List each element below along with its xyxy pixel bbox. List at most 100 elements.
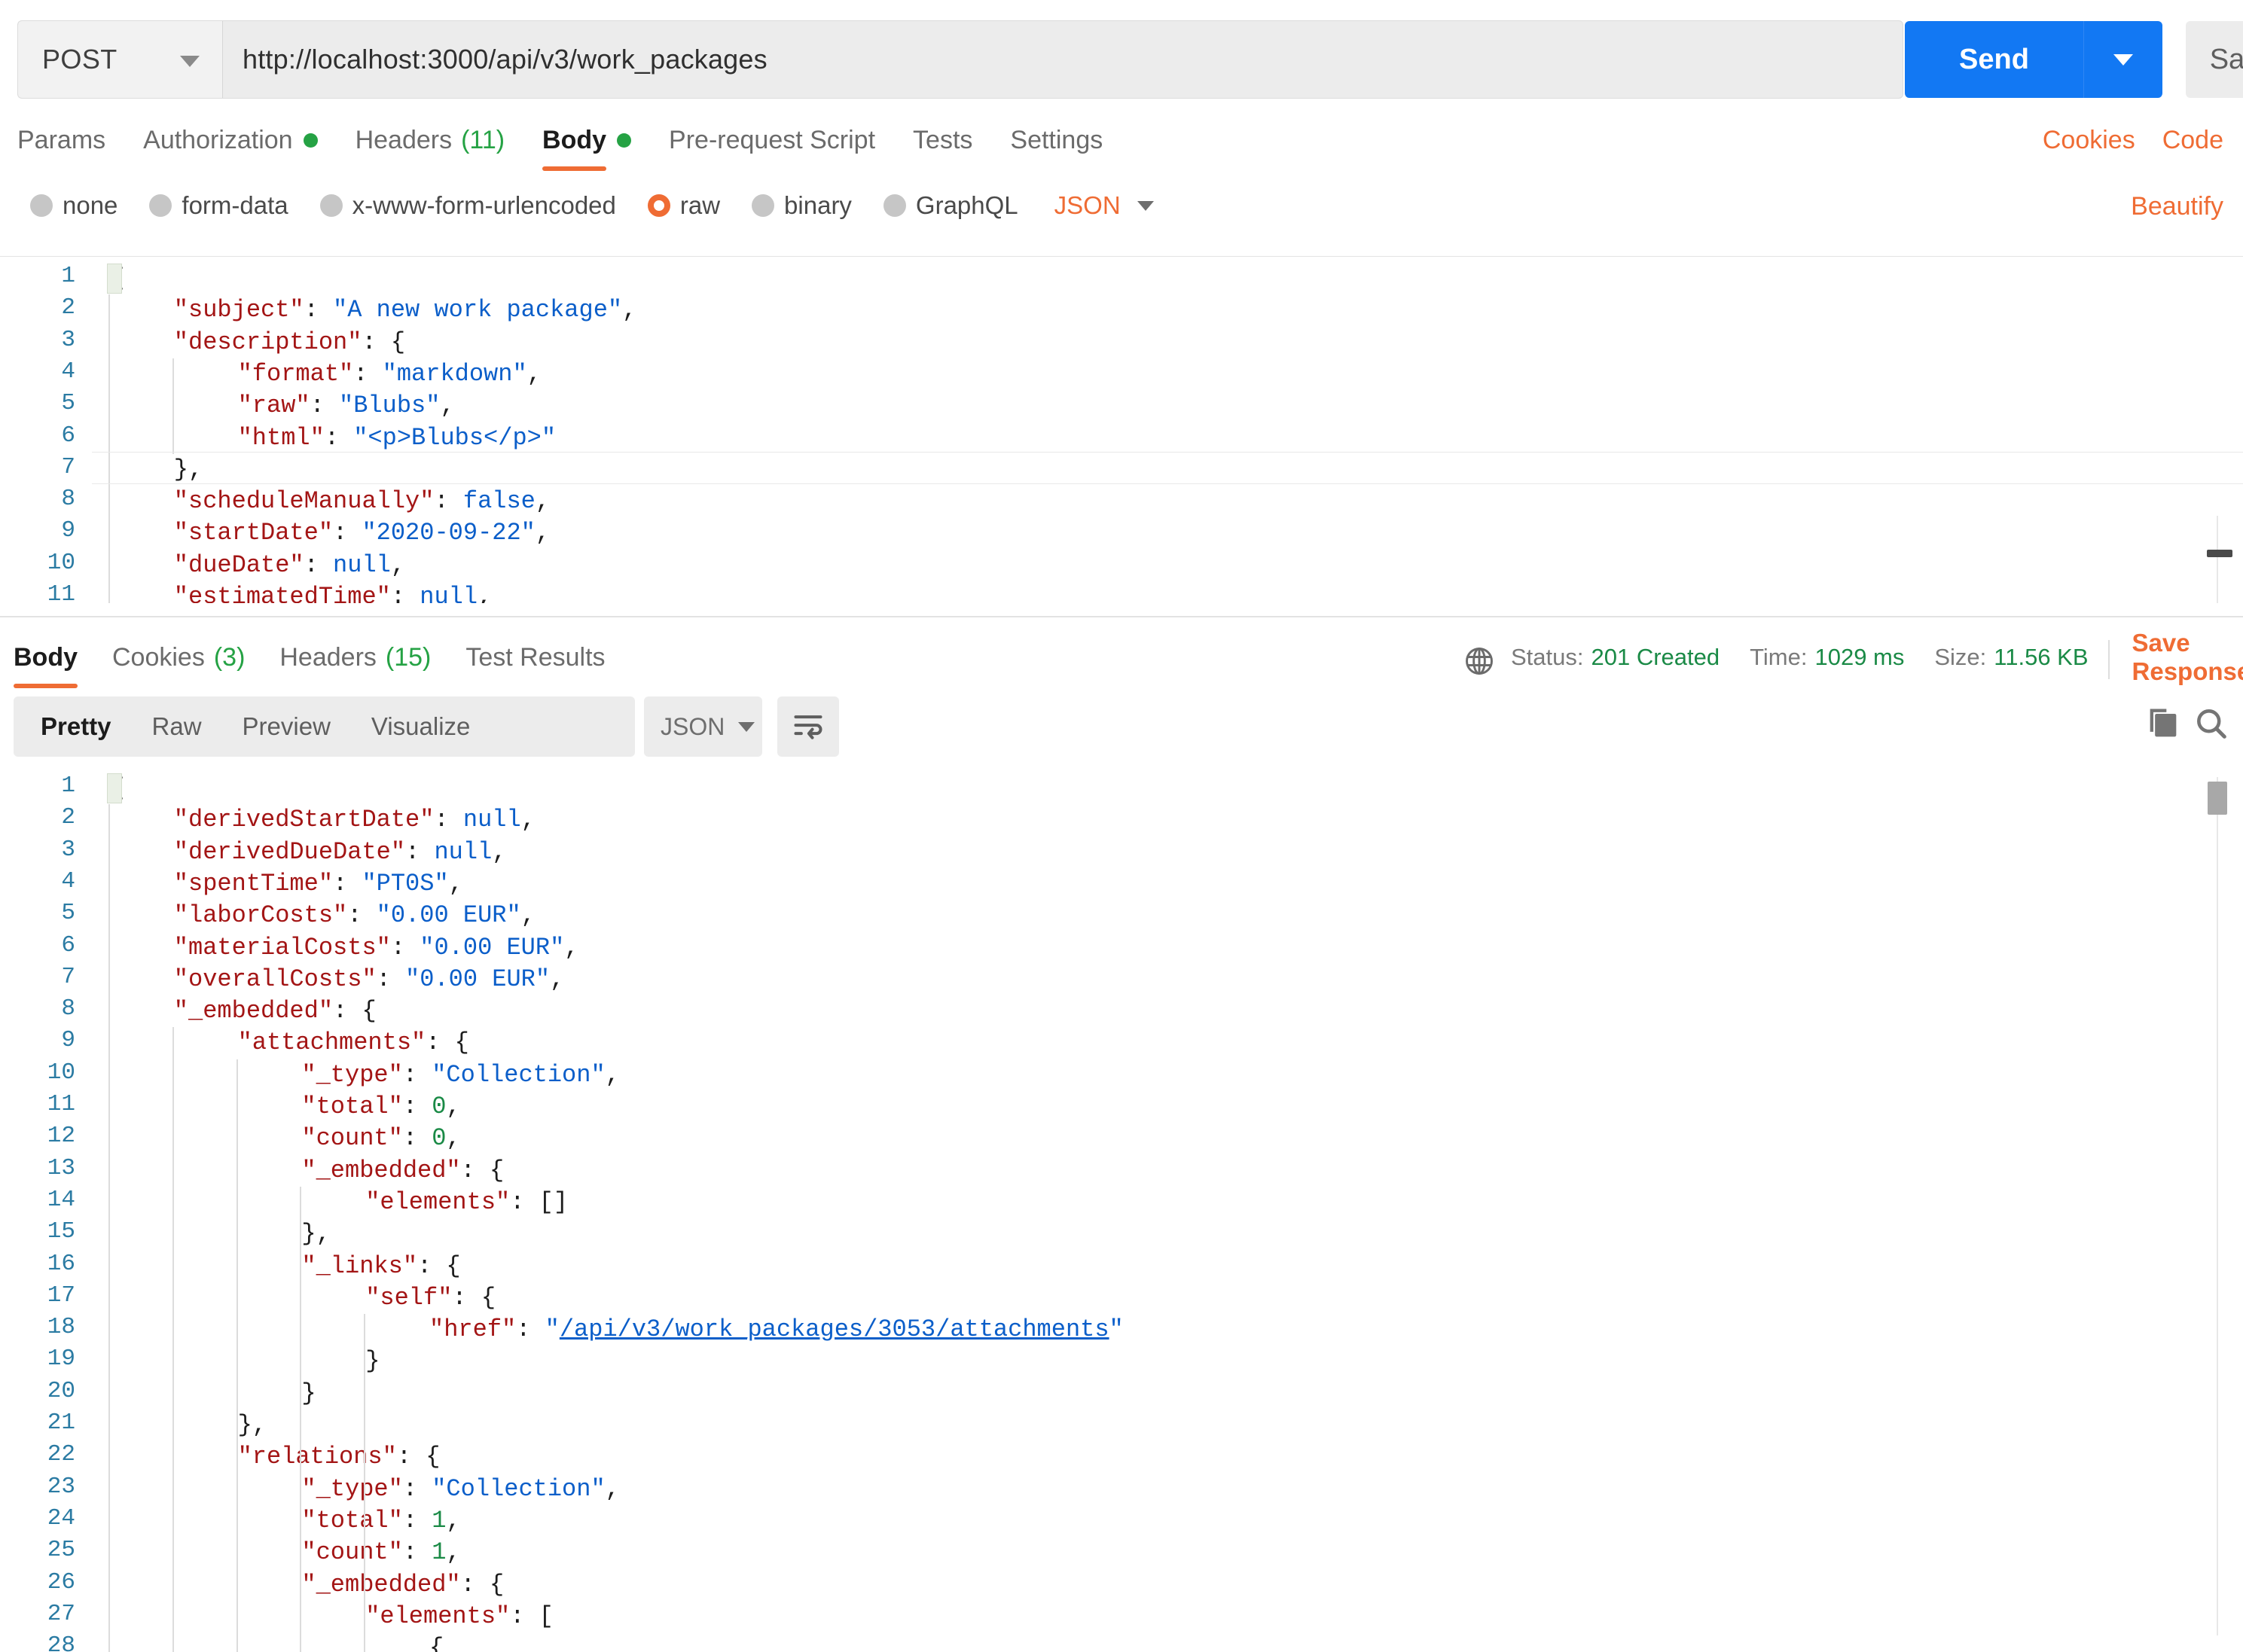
- copy-response-button[interactable]: [2144, 704, 2183, 747]
- send-options-button[interactable]: [2083, 21, 2162, 98]
- request-tab-pre-request-script[interactable]: Pre-request Script: [669, 117, 875, 163]
- response-tab-cookies[interactable]: Cookies (3): [112, 636, 245, 679]
- code-line[interactable]: "_embedded": {: [301, 1569, 504, 1601]
- code-line[interactable]: },: [238, 1410, 267, 1441]
- raw-format-dropdown[interactable]: JSON: [1054, 183, 1154, 228]
- request-tab-tests[interactable]: Tests: [913, 117, 972, 163]
- response-view-pretty[interactable]: Pretty: [41, 696, 111, 757]
- response-scrollbar-thumb[interactable]: [2208, 782, 2227, 815]
- response-body-editor[interactable]: 1 2 3 4 5 6 7 8 9 10 11 12 13 14 15 16 17 18 19 20 21 22 23 24 2…: [0, 767, 2243, 1652]
- request-scrollbar-thumb[interactable]: [2207, 550, 2232, 557]
- request-body-editor[interactable]: 1 2 3 4 5 6 7 8 9 10 11 {"subject": "A new work pa…: [0, 256, 2243, 603]
- request-link-cookies[interactable]: Cookies: [2043, 117, 2135, 163]
- line-number: 16: [47, 1250, 75, 1277]
- json-token: "elements": [365, 1602, 511, 1630]
- code-line[interactable]: "derivedDueDate": null,: [174, 837, 507, 868]
- code-line[interactable]: "subject": "A new work package",: [174, 294, 637, 326]
- text-cursor: [107, 264, 122, 294]
- code-line[interactable]: "total": 0,: [301, 1091, 460, 1123]
- wrap-lines-button[interactable]: [777, 696, 839, 757]
- code-line[interactable]: "total": 1,: [301, 1505, 460, 1537]
- code-line[interactable]: "estimatedTime": null,: [174, 581, 492, 603]
- json-token: null: [434, 837, 493, 866]
- radio-icon[interactable]: [883, 194, 906, 217]
- request-tab-body[interactable]: Body: [542, 117, 632, 163]
- body-type-form-data[interactable]: form-data: [149, 183, 288, 228]
- code-line[interactable]: "elements": []: [365, 1187, 568, 1218]
- body-type-x-www-form-urlencoded[interactable]: x-www-form-urlencoded: [319, 183, 616, 228]
- code-line[interactable]: "_type": "Collection",: [301, 1059, 619, 1091]
- radio-icon[interactable]: [30, 194, 53, 217]
- code-line[interactable]: "materialCosts": "0.00 EUR",: [174, 932, 579, 964]
- response-scrollbar-track[interactable]: [2217, 777, 2218, 1635]
- request-tab-settings[interactable]: Settings: [1010, 117, 1103, 163]
- code-line[interactable]: "startDate": "2020-09-22",: [174, 517, 550, 549]
- request-link-code[interactable]: Code: [2162, 117, 2223, 163]
- json-token: "href": [429, 1315, 517, 1344]
- body-type-none[interactable]: none: [30, 183, 117, 228]
- code-line[interactable]: "href": "/api/v3/work_packages/3053/atta…: [429, 1314, 1124, 1346]
- request-scrollbar-track[interactable]: [2217, 516, 2218, 603]
- json-token: "_type": [301, 1060, 403, 1089]
- code-line[interactable]: "attachments": {: [238, 1027, 469, 1059]
- radio-icon[interactable]: [319, 194, 343, 217]
- request-tab-headers[interactable]: Headers (11): [356, 117, 505, 163]
- response-code-area[interactable]: { "derivedStartDate": null,"derivedDueDat…: [92, 767, 2243, 1652]
- response-status-label: Status:: [1511, 644, 1584, 670]
- code-line[interactable]: "_embedded": {: [301, 1155, 504, 1187]
- code-line[interactable]: "relations": {: [238, 1441, 441, 1473]
- response-tab-test-results[interactable]: Test Results: [465, 636, 605, 679]
- save-response-button[interactable]: Save Response: [2132, 629, 2243, 685]
- code-line[interactable]: },: [174, 454, 203, 486]
- response-view-visualize[interactable]: Visualize: [371, 696, 470, 757]
- body-type-raw[interactable]: raw: [647, 183, 720, 228]
- body-type-graphql[interactable]: GraphQL: [883, 183, 1018, 228]
- request-code-area[interactable]: {"subject": "A new work package","descri…: [92, 257, 2243, 603]
- code-line[interactable]: "derivedStartDate": null,: [174, 804, 536, 836]
- line-number: 9: [61, 517, 75, 544]
- code-line[interactable]: "self": {: [365, 1282, 496, 1314]
- json-link[interactable]: /api/v3/work_packages/3053/attachments: [560, 1315, 1109, 1343]
- search-response-button[interactable]: [2192, 704, 2231, 747]
- radio-icon[interactable]: [149, 194, 172, 217]
- code-line[interactable]: "scheduleManually": false,: [174, 486, 550, 517]
- response-tab-headers[interactable]: Headers (15): [279, 636, 431, 679]
- code-line[interactable]: "_embedded": {: [174, 995, 377, 1027]
- code-line[interactable]: "raw": "Blubs",: [238, 390, 455, 422]
- response-view-raw[interactable]: Raw: [152, 696, 202, 757]
- code-line[interactable]: }: [365, 1346, 380, 1377]
- code-line[interactable]: "elements": [: [365, 1601, 554, 1632]
- request-tab-params[interactable]: Params: [17, 117, 105, 163]
- code-line[interactable]: "spentTime": "PT0S",: [174, 868, 463, 900]
- save-button[interactable]: Save: [2186, 21, 2243, 98]
- response-format-dropdown[interactable]: JSON: [644, 696, 762, 757]
- radio-icon[interactable]: [752, 194, 775, 217]
- code-line[interactable]: }: [301, 1378, 316, 1410]
- line-number: 26: [47, 1568, 75, 1596]
- radio-icon[interactable]: [647, 194, 670, 217]
- code-line[interactable]: "html": "<p>Blubs</p>": [238, 422, 556, 454]
- response-view-preview[interactable]: Preview: [243, 696, 331, 757]
- code-line[interactable]: "format": "markdown",: [238, 358, 542, 390]
- code-line[interactable]: "count": 1,: [301, 1537, 460, 1568]
- url-input[interactable]: http://localhost:3000/api/v3/work_packag…: [222, 20, 1903, 99]
- request-tab-authorization[interactable]: Authorization: [143, 117, 318, 163]
- code-line[interactable]: "_links": {: [301, 1251, 460, 1282]
- code-line[interactable]: {: [429, 1632, 444, 1652]
- code-line[interactable]: "count": 0,: [301, 1123, 460, 1154]
- beautify-button[interactable]: Beautify: [2131, 183, 2223, 230]
- response-tab-body[interactable]: Body: [14, 636, 78, 679]
- json-token: },: [301, 1220, 331, 1248]
- code-line[interactable]: "laborCosts": "0.00 EUR",: [174, 900, 536, 931]
- line-number: 7: [61, 453, 75, 480]
- http-method-dropdown[interactable]: POST: [17, 20, 222, 99]
- code-line[interactable]: "description": {: [174, 327, 405, 358]
- tab-label: Authorization: [143, 125, 293, 154]
- code-line[interactable]: "_type": "Collection",: [301, 1474, 619, 1505]
- code-line[interactable]: "overallCosts": "0.00 EUR",: [174, 964, 564, 995]
- send-button[interactable]: Send: [1905, 21, 2083, 98]
- body-type-binary[interactable]: binary: [752, 183, 852, 228]
- json-token: null: [462, 806, 521, 834]
- code-line[interactable]: "dueDate": null,: [174, 550, 405, 581]
- code-line[interactable]: },: [301, 1218, 330, 1250]
